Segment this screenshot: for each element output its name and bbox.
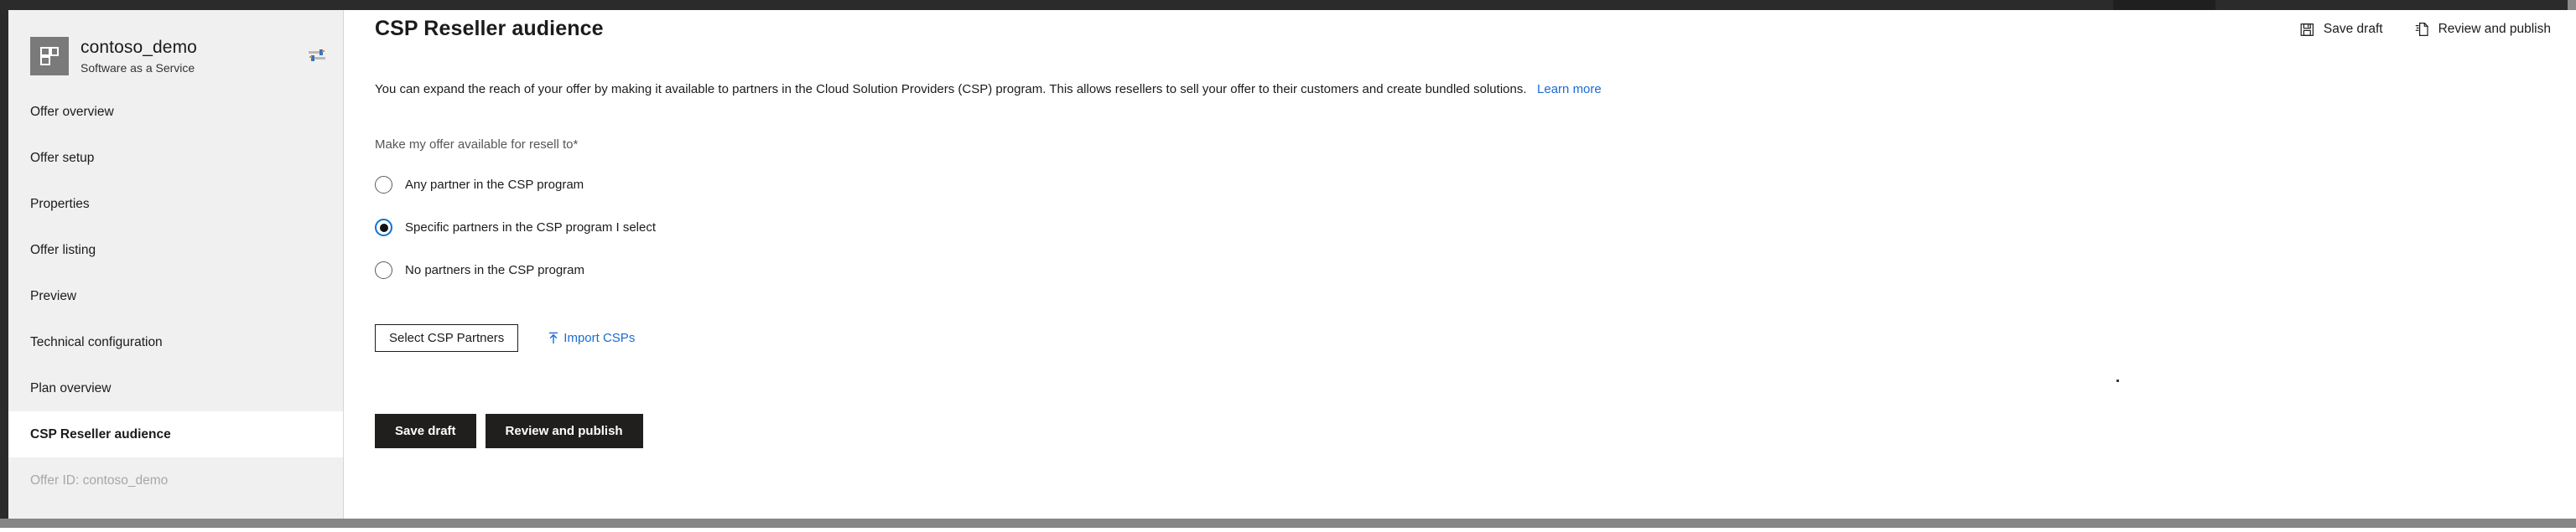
sidebar-offer-id: Offer ID: contoso_demo bbox=[8, 457, 343, 504]
window-chrome-segment bbox=[2113, 0, 2215, 10]
footer-actions: Save draft Review and publish bbox=[375, 414, 643, 448]
import-csps-link[interactable]: Import CSPs bbox=[548, 331, 635, 345]
sidebar-item-offer-overview[interactable]: Offer overview bbox=[8, 89, 343, 135]
review-and-publish-button[interactable]: Review and publish bbox=[485, 414, 643, 448]
brand-subtitle: Software as a Service bbox=[80, 60, 195, 75]
resell-radio-group: Any partner in the CSP program Specific … bbox=[375, 174, 656, 281]
select-csp-partners-button[interactable]: Select CSP Partners bbox=[375, 324, 519, 352]
review-and-publish-header-label: Review and publish bbox=[2438, 22, 2551, 36]
scrollbar-track[interactable] bbox=[0, 519, 2576, 528]
radio-option-label: Specific partners in the CSP program I s… bbox=[405, 220, 657, 235]
grid-squares-icon bbox=[30, 37, 69, 75]
sidebar-item-label: Properties bbox=[30, 196, 90, 211]
radio-option-label: Any partner in the CSP program bbox=[405, 178, 584, 192]
window-chrome-top-bar bbox=[0, 0, 2576, 10]
page-title: CSP Reseller audience bbox=[375, 17, 604, 40]
window-chrome-left-edge bbox=[0, 10, 8, 519]
page-description-text: You can expand the reach of your offer b… bbox=[375, 82, 1527, 96]
sidebar-item-label: Plan overview bbox=[30, 380, 112, 395]
sidebar-item-csp-reseller-audience[interactable]: CSP Reseller audience bbox=[8, 411, 343, 457]
sidebar-item-label: CSP Reseller audience bbox=[30, 426, 171, 442]
sidebar-offer-id-label: Offer ID: contoso_demo bbox=[30, 473, 169, 488]
sidebar-item-preview[interactable]: Preview bbox=[8, 273, 343, 319]
window-chrome-right-edge bbox=[2568, 0, 2576, 10]
render-artifact-dot bbox=[2116, 380, 2119, 382]
sidebar-nav: Offer overview Offer setup Properties Of… bbox=[8, 89, 343, 504]
sidebar-item-label: Technical configuration bbox=[30, 334, 163, 349]
header-actions: Save draft Review and publish bbox=[2298, 18, 2553, 40]
save-draft-header-button[interactable]: Save draft bbox=[2298, 18, 2385, 40]
sidebar-item-offer-listing[interactable]: Offer listing bbox=[8, 227, 343, 273]
sidebar-item-label: Preview bbox=[30, 288, 77, 303]
radio-option-any-partner[interactable]: Any partner in the CSP program bbox=[375, 174, 656, 195]
sidebar-item-technical-configuration[interactable]: Technical configuration bbox=[8, 319, 343, 365]
main-content: CSP Reseller audience Save draft Review … bbox=[345, 10, 2576, 519]
sidebar: contoso_demo Software as a Service Offer… bbox=[8, 10, 344, 519]
sidebar-item-label: Offer listing bbox=[30, 242, 96, 257]
horizontal-scrollbar[interactable] bbox=[0, 519, 2576, 532]
radio-option-specific-partners[interactable]: Specific partners in the CSP program I s… bbox=[375, 217, 656, 238]
page-description: You can expand the reach of your offer b… bbox=[375, 82, 1602, 96]
resell-field-label: Make my offer available for resell to* bbox=[375, 137, 579, 152]
save-draft-header-label: Save draft bbox=[2323, 22, 2383, 36]
sidebar-item-label: Offer overview bbox=[30, 104, 114, 119]
sidebar-item-offer-setup[interactable]: Offer setup bbox=[8, 135, 343, 181]
sidebar-item-properties[interactable]: Properties bbox=[8, 181, 343, 227]
import-csps-label: Import CSPs bbox=[564, 331, 636, 345]
radio-option-no-partners[interactable]: No partners in the CSP program bbox=[375, 260, 656, 281]
brand-title: contoso_demo bbox=[80, 38, 197, 58]
save-floppy-icon bbox=[2300, 23, 2314, 37]
learn-more-link[interactable]: Learn more bbox=[1537, 82, 1602, 96]
partner-actions-row: Select CSP Partners Import CSPs bbox=[375, 324, 635, 352]
sidebar-item-label: Offer setup bbox=[30, 150, 95, 165]
sidebar-item-plan-overview[interactable]: Plan overview bbox=[8, 365, 343, 411]
save-draft-button[interactable]: Save draft bbox=[375, 414, 476, 448]
upload-arrow-icon bbox=[548, 332, 559, 344]
sliders-switch-icon[interactable] bbox=[308, 48, 326, 63]
radio-option-label: No partners in the CSP program bbox=[405, 263, 584, 277]
radio-mark-icon bbox=[375, 261, 392, 279]
radio-mark-icon bbox=[375, 176, 392, 194]
review-and-publish-header-button[interactable]: Review and publish bbox=[2413, 18, 2553, 40]
publish-document-icon bbox=[2415, 22, 2429, 37]
content-header: CSP Reseller audience Save draft Review … bbox=[345, 10, 2576, 57]
app-window: contoso_demo Software as a Service Offer… bbox=[0, 0, 2576, 532]
sidebar-brand: contoso_demo Software as a Service bbox=[8, 10, 343, 84]
radio-mark-selected-icon bbox=[375, 219, 392, 236]
